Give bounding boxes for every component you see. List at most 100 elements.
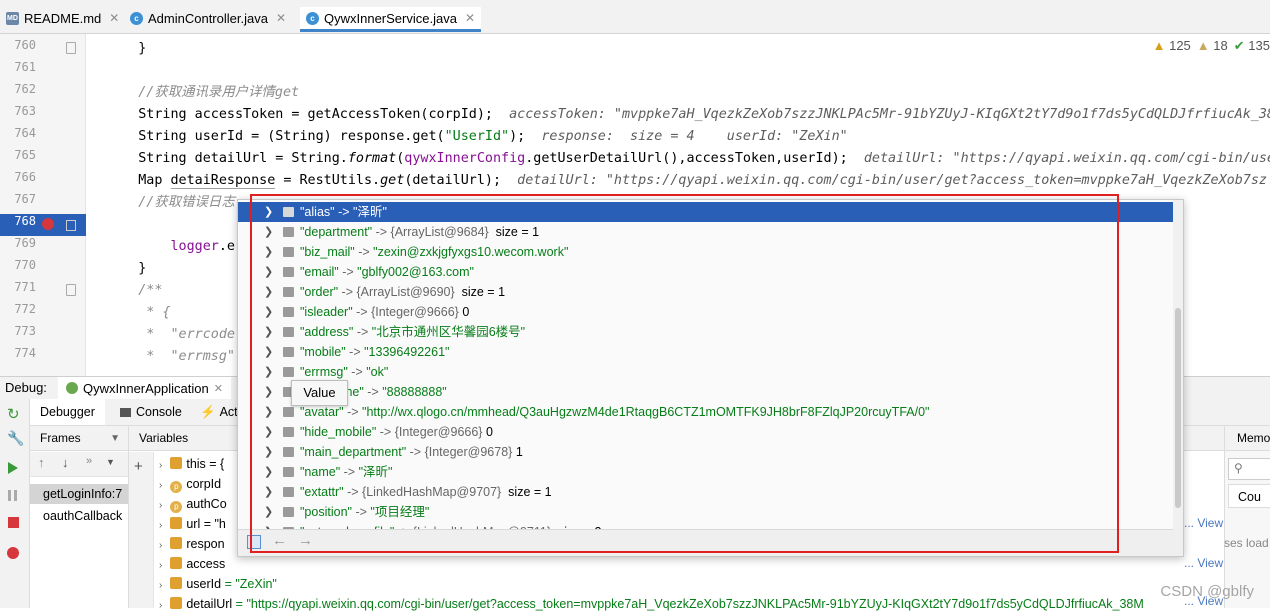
frame-item[interactable]: oauthCallback xyxy=(30,506,128,526)
rerun-icon[interactable]: ↻ xyxy=(7,405,20,423)
run-config-tab[interactable]: QywxInnerApplication ✕ xyxy=(58,377,231,399)
tab-admin-controller[interactable]: c AdminController.java ✕ xyxy=(130,7,286,29)
close-icon[interactable]: ✕ xyxy=(109,11,119,25)
breakpoint-icon[interactable] xyxy=(42,218,54,230)
actuator-icon: ⚡ xyxy=(200,405,216,419)
fold-marker-icon[interactable] xyxy=(66,42,76,54)
map-entry-row[interactable]: ❯ "name" -> "泽昕" xyxy=(238,462,1183,482)
chevron-right-icon[interactable]: ❯ xyxy=(264,242,273,262)
chevron-right-icon[interactable]: ❯ xyxy=(264,482,273,502)
view-link[interactable]: ... View xyxy=(1184,516,1223,530)
map-entry-row[interactable]: ❯ "avatar" -> "http://wx.qlogo.cn/mmhead/… xyxy=(238,402,1183,422)
inspection-counters[interactable]: ▲ 125 ▲ 18 ✔ 135 xyxy=(1153,38,1270,54)
variable-row[interactable]: › url = "h xyxy=(159,514,226,534)
memory-count-column[interactable]: Cou xyxy=(1228,484,1270,508)
variable-row[interactable]: › p corpId xyxy=(159,474,221,494)
close-icon[interactable]: ✕ xyxy=(465,11,475,25)
map-entry-row[interactable]: ❯ "address" -> "北京市通州区华馨园6楼号" xyxy=(238,322,1183,342)
popup-scrollbar[interactable] xyxy=(1173,200,1183,530)
fold-marker-icon[interactable] xyxy=(66,220,76,231)
entry-key: "main_department" xyxy=(300,445,407,459)
line-number: 773 xyxy=(14,324,36,338)
chevron-right-icon[interactable]: ❯ xyxy=(264,462,273,482)
tab-debugger[interactable]: Debugger xyxy=(30,399,105,425)
map-entry-row[interactable]: ❯ "hide_mobile" -> {Integer@9666} 0 xyxy=(238,422,1183,442)
tab-qywx-inner-service[interactable]: c QywxInnerService.java ✕ xyxy=(300,7,482,32)
chevron-right-icon[interactable]: ❯ xyxy=(264,282,273,302)
tab-actuator[interactable]: ⚡ Act xyxy=(200,399,238,425)
entry-key: "hide_mobile" xyxy=(300,425,377,439)
warning-counter[interactable]: ▲ 125 xyxy=(1153,38,1191,54)
field-icon xyxy=(170,557,183,569)
map-entry-row[interactable]: ❯ "order" -> {ArrayList@9690} size = 1 xyxy=(238,282,1183,302)
map-entry-row[interactable]: ❯ "errmsg" -> "ok" xyxy=(238,362,1183,382)
fold-marker-icon[interactable] xyxy=(66,284,76,296)
chevron-right-icon[interactable]: ❯ xyxy=(264,422,273,442)
memory-search-input[interactable]: ⚲ xyxy=(1228,458,1270,480)
parameter-icon: p xyxy=(170,501,183,513)
entry-value: "泽昕" xyxy=(358,465,393,479)
weak-warning-counter[interactable]: ▲ 18 xyxy=(1197,38,1228,54)
chevron-right-icon[interactable]: ❯ xyxy=(264,502,273,522)
close-icon[interactable]: ✕ xyxy=(276,11,286,25)
resume-icon[interactable] xyxy=(8,462,18,474)
filter-dropdown-icon[interactable]: ▼ xyxy=(106,457,115,467)
map-entry-row[interactable]: ❯ "mobile" -> "13396492261" xyxy=(238,342,1183,362)
map-entry-icon xyxy=(283,427,294,437)
navigate-icon[interactable] xyxy=(247,535,261,549)
variable-row[interactable]: › p authCo xyxy=(159,494,227,514)
chevron-right-icon[interactable]: ❯ xyxy=(264,302,273,322)
chevron-right-icon[interactable]: ❯ xyxy=(264,402,273,422)
add-watch-icon[interactable]: + xyxy=(134,458,143,475)
chevron-right-icon[interactable]: ❯ xyxy=(264,442,273,462)
chevron-right-icon[interactable]: ❯ xyxy=(264,262,273,282)
view-breakpoints-icon[interactable] xyxy=(7,547,19,559)
pause-icon[interactable] xyxy=(8,490,17,501)
more-icon[interactable]: » xyxy=(86,455,92,467)
view-link[interactable]: ... View xyxy=(1184,556,1223,570)
variable-row[interactable]: › access xyxy=(159,554,225,574)
variable-row[interactable]: › detailUrl = "https://qyapi.weixin.qq.co… xyxy=(159,594,1144,614)
forward-arrow-icon[interactable]: → xyxy=(298,532,313,549)
tab-readme[interactable]: MD README.md ✕ xyxy=(6,7,119,29)
variable-row[interactable]: › this = { xyxy=(159,454,224,474)
map-entry-row[interactable]: ❯ "isleader" -> {Integer@9666} 0 xyxy=(238,302,1183,322)
stop-icon[interactable] xyxy=(8,517,19,528)
frame-item[interactable]: getLoginInfo:7 xyxy=(30,484,128,504)
field-icon xyxy=(170,537,183,549)
code-comment: //获取错误日志 xyxy=(106,195,235,210)
entry-value: "项目经理" xyxy=(370,505,430,519)
chevron-right-icon[interactable]: ❯ xyxy=(264,342,273,362)
settings-wrench-icon[interactable]: 🔧 xyxy=(7,431,24,447)
variable-row[interactable]: › respon xyxy=(159,534,225,554)
ok-counter[interactable]: ✔ 135 xyxy=(1234,38,1270,54)
value-popup[interactable]: ❯ "alias" -> "泽昕" ❯ "department" -> {ArrayL… xyxy=(237,199,1184,557)
arrow-up-icon[interactable]: ↑ xyxy=(38,455,45,470)
map-entry-row[interactable]: ❯ "biz_mail" -> "zexin@zxkjgfyxgs10.wecom… xyxy=(238,242,1183,262)
back-arrow-icon[interactable]: ← xyxy=(272,532,287,549)
tab-console[interactable]: Console xyxy=(120,399,182,425)
map-entry-row[interactable]: ❯ "email" -> "gblfy002@163.com" xyxy=(238,262,1183,282)
map-entry-row[interactable]: ❯ "main_department" -> {Integer@9678} 1 xyxy=(238,442,1183,462)
chevron-right-icon[interactable]: ❯ xyxy=(264,202,273,222)
scrollbar-thumb[interactable] xyxy=(1175,308,1181,508)
map-entry-row[interactable]: ❯ "alias" -> "泽昕" xyxy=(238,202,1183,222)
map-entry-row[interactable]: ❯ "position" -> "项目经理" xyxy=(238,502,1183,522)
field-icon xyxy=(170,457,183,469)
entry-key: "biz_mail" xyxy=(300,245,355,259)
chevron-right-icon[interactable]: ❯ xyxy=(264,222,273,242)
chevron-right-icon[interactable]: ❯ xyxy=(264,382,273,402)
map-entry-icon xyxy=(283,407,294,417)
spring-boot-icon xyxy=(66,382,78,394)
close-icon[interactable]: ✕ xyxy=(214,382,223,395)
chevron-down-icon[interactable]: ▼ xyxy=(110,426,120,451)
arrow-down-icon[interactable]: ↓ xyxy=(62,455,69,470)
map-entry-row[interactable]: ❯ "department" -> {ArrayList@9684} size =… xyxy=(238,222,1183,242)
chevron-right-icon[interactable]: ❯ xyxy=(264,322,273,342)
variables-toolbar: + xyxy=(129,452,154,608)
frames-header[interactable]: Frames ▼ xyxy=(30,426,128,451)
variable-row[interactable]: › userId = "ZeXin" xyxy=(159,574,277,594)
map-entry-row[interactable]: ❯ "extattr" -> {LinkedHashMap@9707} size … xyxy=(238,482,1183,502)
map-entry-row[interactable]: ❯"telephone" -> "88888888" xyxy=(238,382,1183,402)
chevron-right-icon[interactable]: ❯ xyxy=(264,362,273,382)
